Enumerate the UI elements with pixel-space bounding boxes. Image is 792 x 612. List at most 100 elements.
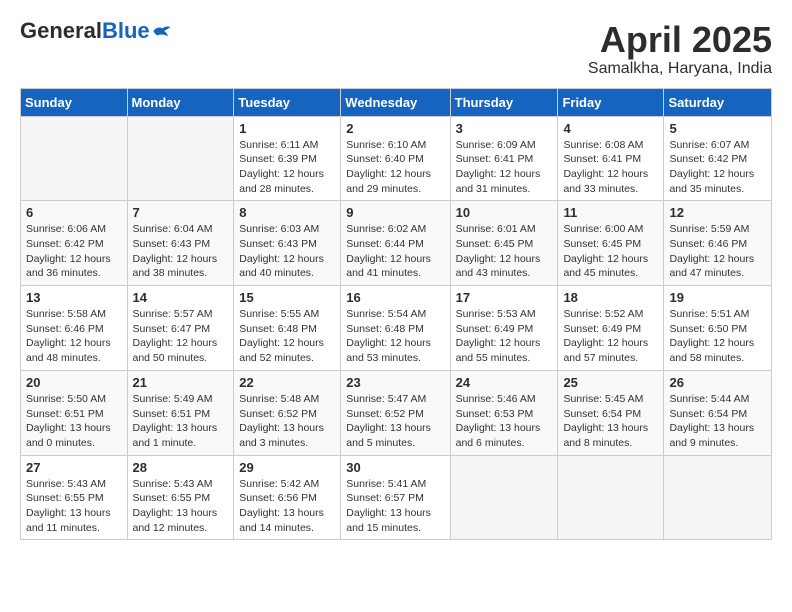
day-info: Sunrise: 6:09 AM Sunset: 6:41 PM Dayligh… bbox=[456, 138, 553, 197]
day-cell bbox=[558, 455, 664, 540]
day-cell bbox=[450, 455, 558, 540]
day-number: 17 bbox=[456, 290, 553, 305]
day-info: Sunrise: 5:41 AM Sunset: 6:57 PM Dayligh… bbox=[346, 477, 444, 536]
week-row-1: 1Sunrise: 6:11 AM Sunset: 6:39 PM Daylig… bbox=[21, 116, 772, 201]
day-number: 21 bbox=[133, 375, 229, 390]
day-info: Sunrise: 5:50 AM Sunset: 6:51 PM Dayligh… bbox=[26, 392, 122, 451]
day-number: 19 bbox=[669, 290, 766, 305]
day-info: Sunrise: 6:08 AM Sunset: 6:41 PM Dayligh… bbox=[563, 138, 658, 197]
header-cell-wednesday: Wednesday bbox=[341, 88, 450, 116]
day-cell: 20 Sunrise: 5:50 AM Sunset: 6:51 PM Dayli… bbox=[21, 370, 128, 455]
header-row: SundayMondayTuesdayWednesdayThursdayFrid… bbox=[21, 88, 772, 116]
day-number: 27 bbox=[26, 460, 122, 475]
day-number: 14 bbox=[133, 290, 229, 305]
day-info: Sunrise: 6:02 AM Sunset: 6:44 PM Dayligh… bbox=[346, 222, 444, 281]
day-cell bbox=[127, 116, 234, 201]
day-info: Sunrise: 5:57 AM Sunset: 6:47 PM Dayligh… bbox=[133, 307, 229, 366]
header-cell-saturday: Saturday bbox=[664, 88, 772, 116]
day-cell: 27 Sunrise: 5:43 AM Sunset: 6:55 PM Dayli… bbox=[21, 455, 128, 540]
day-info: Sunrise: 5:44 AM Sunset: 6:54 PM Dayligh… bbox=[669, 392, 766, 451]
day-cell: 19 Sunrise: 5:51 AM Sunset: 6:50 PM Dayli… bbox=[664, 286, 772, 371]
day-number: 22 bbox=[239, 375, 335, 390]
day-cell bbox=[664, 455, 772, 540]
logo-blue: Blue bbox=[102, 18, 150, 43]
day-info: Sunrise: 5:46 AM Sunset: 6:53 PM Dayligh… bbox=[456, 392, 553, 451]
day-cell: 29 Sunrise: 5:42 AM Sunset: 6:56 PM Dayli… bbox=[234, 455, 341, 540]
title-block: April 2025 Samalkha, Haryana, India bbox=[588, 20, 772, 78]
day-number: 8 bbox=[239, 205, 335, 220]
page-header: GeneralBlue April 2025 Samalkha, Haryana… bbox=[20, 20, 772, 78]
header-cell-tuesday: Tuesday bbox=[234, 88, 341, 116]
header-cell-monday: Monday bbox=[127, 88, 234, 116]
day-cell: 24 Sunrise: 5:46 AM Sunset: 6:53 PM Dayli… bbox=[450, 370, 558, 455]
day-cell: 8 Sunrise: 6:03 AM Sunset: 6:43 PM Daylig… bbox=[234, 201, 341, 286]
day-cell: 25 Sunrise: 5:45 AM Sunset: 6:54 PM Dayli… bbox=[558, 370, 664, 455]
day-info: Sunrise: 5:42 AM Sunset: 6:56 PM Dayligh… bbox=[239, 477, 335, 536]
day-number: 7 bbox=[133, 205, 229, 220]
logo-bird-icon bbox=[152, 24, 172, 38]
day-number: 29 bbox=[239, 460, 335, 475]
header-cell-thursday: Thursday bbox=[450, 88, 558, 116]
page-title: April 2025 bbox=[588, 20, 772, 60]
day-info: Sunrise: 5:53 AM Sunset: 6:49 PM Dayligh… bbox=[456, 307, 553, 366]
day-info: Sunrise: 5:49 AM Sunset: 6:51 PM Dayligh… bbox=[133, 392, 229, 451]
day-number: 26 bbox=[669, 375, 766, 390]
day-cell: 30 Sunrise: 5:41 AM Sunset: 6:57 PM Dayli… bbox=[341, 455, 450, 540]
day-info: Sunrise: 5:47 AM Sunset: 6:52 PM Dayligh… bbox=[346, 392, 444, 451]
day-number: 25 bbox=[563, 375, 658, 390]
day-cell: 14 Sunrise: 5:57 AM Sunset: 6:47 PM Dayli… bbox=[127, 286, 234, 371]
logo-text: GeneralBlue bbox=[20, 20, 150, 42]
day-cell: 23 Sunrise: 5:47 AM Sunset: 6:52 PM Dayli… bbox=[341, 370, 450, 455]
day-number: 4 bbox=[563, 121, 658, 136]
day-cell: 10Sunrise: 6:01 AM Sunset: 6:45 PM Dayli… bbox=[450, 201, 558, 286]
calendar-header: SundayMondayTuesdayWednesdayThursdayFrid… bbox=[21, 88, 772, 116]
logo: GeneralBlue bbox=[20, 20, 172, 42]
day-info: Sunrise: 5:52 AM Sunset: 6:49 PM Dayligh… bbox=[563, 307, 658, 366]
day-info: Sunrise: 6:03 AM Sunset: 6:43 PM Dayligh… bbox=[239, 222, 335, 281]
day-cell: 6 Sunrise: 6:06 AM Sunset: 6:42 PM Daylig… bbox=[21, 201, 128, 286]
day-cell: 22Sunrise: 5:48 AM Sunset: 6:52 PM Dayli… bbox=[234, 370, 341, 455]
calendar-body: 1Sunrise: 6:11 AM Sunset: 6:39 PM Daylig… bbox=[21, 116, 772, 540]
day-number: 12 bbox=[669, 205, 766, 220]
day-cell: 9 Sunrise: 6:02 AM Sunset: 6:44 PM Daylig… bbox=[341, 201, 450, 286]
day-cell: 15Sunrise: 5:55 AM Sunset: 6:48 PM Dayli… bbox=[234, 286, 341, 371]
day-number: 13 bbox=[26, 290, 122, 305]
header-cell-friday: Friday bbox=[558, 88, 664, 116]
day-cell bbox=[21, 116, 128, 201]
header-cell-sunday: Sunday bbox=[21, 88, 128, 116]
day-number: 3 bbox=[456, 121, 553, 136]
day-cell: 16Sunrise: 5:54 AM Sunset: 6:48 PM Dayli… bbox=[341, 286, 450, 371]
day-number: 28 bbox=[133, 460, 229, 475]
day-cell: 11Sunrise: 6:00 AM Sunset: 6:45 PM Dayli… bbox=[558, 201, 664, 286]
day-number: 6 bbox=[26, 205, 122, 220]
day-info: Sunrise: 6:11 AM Sunset: 6:39 PM Dayligh… bbox=[239, 138, 335, 197]
day-number: 20 bbox=[26, 375, 122, 390]
day-number: 10 bbox=[456, 205, 553, 220]
day-info: Sunrise: 5:51 AM Sunset: 6:50 PM Dayligh… bbox=[669, 307, 766, 366]
day-info: Sunrise: 5:54 AM Sunset: 6:48 PM Dayligh… bbox=[346, 307, 444, 366]
day-cell: 17 Sunrise: 5:53 AM Sunset: 6:49 PM Dayli… bbox=[450, 286, 558, 371]
week-row-3: 13 Sunrise: 5:58 AM Sunset: 6:46 PM Dayli… bbox=[21, 286, 772, 371]
day-number: 2 bbox=[346, 121, 444, 136]
day-cell: 5Sunrise: 6:07 AM Sunset: 6:42 PM Daylig… bbox=[664, 116, 772, 201]
day-cell: 28Sunrise: 5:43 AM Sunset: 6:55 PM Dayli… bbox=[127, 455, 234, 540]
day-number: 23 bbox=[346, 375, 444, 390]
day-cell: 18Sunrise: 5:52 AM Sunset: 6:49 PM Dayli… bbox=[558, 286, 664, 371]
day-number: 9 bbox=[346, 205, 444, 220]
day-cell: 7Sunrise: 6:04 AM Sunset: 6:43 PM Daylig… bbox=[127, 201, 234, 286]
logo-general: General bbox=[20, 18, 102, 43]
page-subtitle: Samalkha, Haryana, India bbox=[588, 60, 772, 78]
day-info: Sunrise: 5:45 AM Sunset: 6:54 PM Dayligh… bbox=[563, 392, 658, 451]
day-info: Sunrise: 5:55 AM Sunset: 6:48 PM Dayligh… bbox=[239, 307, 335, 366]
day-number: 24 bbox=[456, 375, 553, 390]
day-number: 5 bbox=[669, 121, 766, 136]
week-row-2: 6 Sunrise: 6:06 AM Sunset: 6:42 PM Daylig… bbox=[21, 201, 772, 286]
day-number: 30 bbox=[346, 460, 444, 475]
day-info: Sunrise: 6:00 AM Sunset: 6:45 PM Dayligh… bbox=[563, 222, 658, 281]
day-info: Sunrise: 6:06 AM Sunset: 6:42 PM Dayligh… bbox=[26, 222, 122, 281]
day-info: Sunrise: 5:58 AM Sunset: 6:46 PM Dayligh… bbox=[26, 307, 122, 366]
day-cell: 3 Sunrise: 6:09 AM Sunset: 6:41 PM Daylig… bbox=[450, 116, 558, 201]
day-info: Sunrise: 5:43 AM Sunset: 6:55 PM Dayligh… bbox=[26, 477, 122, 536]
calendar-table: SundayMondayTuesdayWednesdayThursdayFrid… bbox=[20, 88, 772, 541]
day-cell: 4 Sunrise: 6:08 AM Sunset: 6:41 PM Daylig… bbox=[558, 116, 664, 201]
